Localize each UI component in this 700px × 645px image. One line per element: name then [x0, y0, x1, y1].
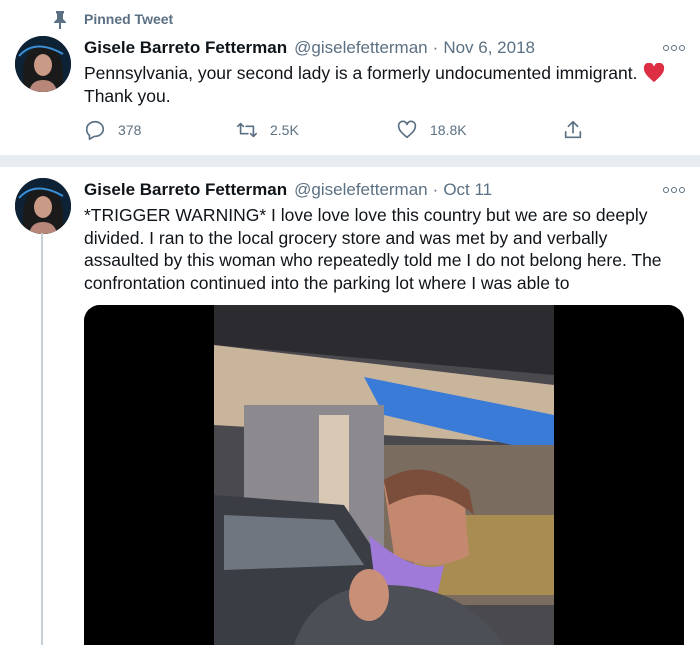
video-frame	[84, 305, 684, 645]
author-handle[interactable]: @giselefetterman	[294, 38, 428, 58]
tweet-text-line: Thank you.	[84, 85, 171, 106]
separator-dot: ·	[432, 38, 439, 57]
tweet-text: Pennsylvania, your second lady is a form…	[84, 62, 684, 107]
share-icon	[564, 120, 582, 139]
tweet-divider	[0, 155, 700, 167]
pin-icon	[54, 11, 66, 29]
tweet-date[interactable]: Oct 11	[443, 180, 492, 200]
pinned-tweet-header: Pinned Tweet	[50, 8, 173, 30]
tweet-video[interactable]	[84, 305, 684, 645]
like-count: 18.8K	[430, 122, 467, 138]
separator-dot: ·	[432, 180, 439, 199]
tweet-date[interactable]: Nov 6, 2018	[443, 38, 535, 58]
like-icon	[397, 120, 417, 139]
tweet-text-line: divided. I ran to the local grocery stor…	[84, 227, 608, 248]
reply-button[interactable]: 378	[84, 119, 141, 141]
tweet-text-line: confrontation continued into the parking…	[84, 272, 570, 293]
retweet-icon	[237, 122, 257, 138]
heart-emoji-icon	[644, 63, 665, 83]
retweet-button[interactable]: 2.5K	[236, 119, 299, 141]
more-options-icon[interactable]	[663, 185, 685, 195]
reply-icon	[85, 120, 105, 140]
author-handle[interactable]: @giselefetterman	[294, 180, 428, 200]
tweet-header: Gisele Barreto Fetterman @giselefetterma…	[84, 38, 535, 58]
author-name[interactable]: Gisele Barreto Fetterman	[84, 38, 287, 58]
share-button[interactable]	[562, 119, 596, 141]
tweet-text: *TRIGGER WARNING* I love love love this …	[84, 204, 694, 294]
more-options-icon[interactable]	[663, 43, 685, 53]
avatar-image	[15, 178, 71, 234]
reply-count: 378	[118, 122, 142, 138]
avatar[interactable]	[15, 36, 71, 92]
retweet-count: 2.5K	[270, 122, 299, 138]
author-name[interactable]: Gisele Barreto Fetterman	[84, 180, 287, 200]
tweet-header: Gisele Barreto Fetterman @giselefetterma…	[84, 180, 492, 200]
thread-line	[41, 233, 43, 645]
pinned-label: Pinned Tweet	[84, 11, 174, 27]
avatar[interactable]	[15, 178, 71, 234]
like-button[interactable]: 18.8K	[396, 119, 467, 141]
tweet-text-line: *TRIGGER WARNING* I love love love this …	[84, 205, 648, 225]
tweet-text-line: Pennsylvania, your second lady is a form…	[84, 63, 638, 83]
tweet-text-line: assaulted by this woman who repeatedly t…	[84, 250, 662, 270]
avatar-image	[15, 36, 71, 92]
